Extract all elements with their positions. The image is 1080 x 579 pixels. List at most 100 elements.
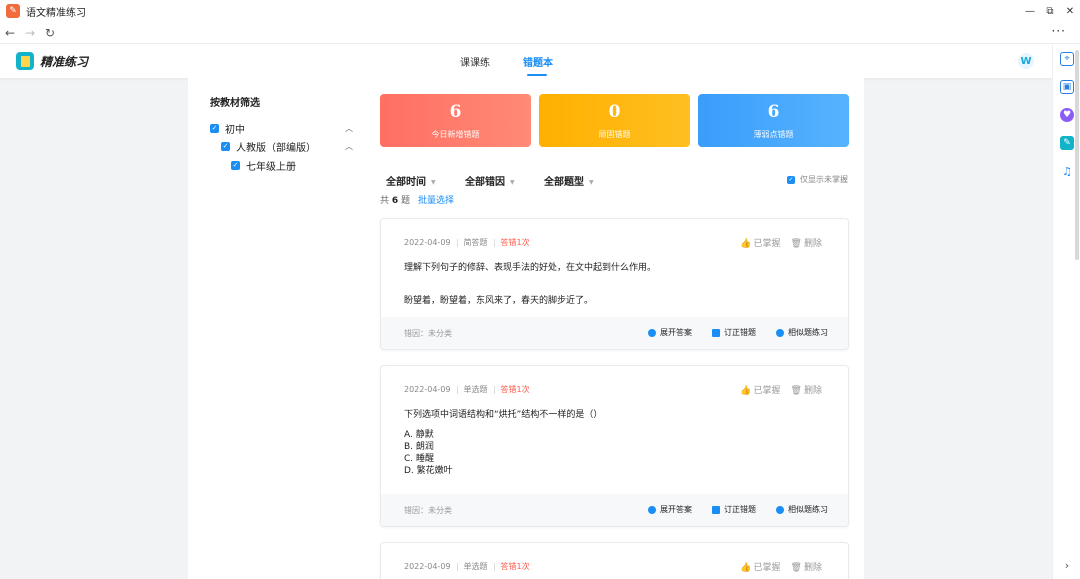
question-text: 下列选项中词语结构和“烘托”结构不一样的是（） <box>404 410 603 420</box>
type-filter-dropdown[interactable]: 全部题型 ▼ <box>544 173 594 188</box>
refresh-icon <box>776 505 784 514</box>
forward-icon[interactable]: → <box>20 23 40 43</box>
tree-item-edition[interactable]: ✓ 人教版（部编版） <box>221 139 316 154</box>
mastered-label: 已掌握 <box>753 386 781 396</box>
right-toolbar: ⌖ ▣ ♥ ✎ ♫ › <box>1052 44 1080 579</box>
similar-practice-button[interactable]: 相似题练习 <box>776 327 828 338</box>
option-d: D. 繁花嫩叶 <box>404 466 453 476</box>
tree-item-label: 七年级上册 <box>246 162 296 173</box>
browser-nav-bar: ← → ↻ ··· <box>0 22 1080 44</box>
delete-label: 删除 <box>803 386 822 396</box>
app-icon: ✎ <box>6 4 20 18</box>
chevron-up-icon[interactable]: ︿ <box>345 123 353 134</box>
tree-item-grade7-vol1[interactable]: ✓ 七年级上册 <box>231 158 296 173</box>
practice-app-icon[interactable]: ✎ <box>1060 136 1074 150</box>
thumbs-up-icon: 👍 <box>740 563 752 573</box>
stat-weak-points[interactable]: 6 薄弱点错题 <box>698 94 849 147</box>
back-icon[interactable]: ← <box>0 23 20 43</box>
card-type: 简答题 <box>463 238 488 247</box>
count-value: 6 <box>391 196 399 206</box>
textbook-filter-panel: 按教材筛选 ✓ 初中 ︿ ✓ 人教版（部编版） ︿ ✓ 七年级上册 <box>188 78 366 579</box>
expand-label: 展开答案 <box>660 505 692 514</box>
chevron-up-icon[interactable]: ︿ <box>345 141 353 152</box>
edit-icon <box>712 328 720 337</box>
delete-button[interactable]: 🗑 删除 <box>791 236 822 249</box>
footer-actions: 展开答案 订正错题 相似题练习 <box>648 327 828 338</box>
correct-question-button[interactable]: 订正错题 <box>712 327 756 338</box>
caret-down-icon: ▼ <box>510 179 515 186</box>
tree-item-label: 人教版（部编版） <box>236 143 316 154</box>
question-card: 2022-04-09 单选题 答错1次 👍 已掌握 🗑 删除 下列选项中词语结构和“… <box>380 365 849 527</box>
tab-practice[interactable]: 课课练 <box>460 54 490 69</box>
checkbox-checked-icon[interactable]: ✓ <box>221 142 230 151</box>
expand-answer-button[interactable]: 展开答案 <box>648 327 692 338</box>
question-text: 理解下列句子的修辞、表现手法的好处，在文中起到什么作用。 <box>404 263 657 273</box>
main-content: 6 今日新增错题 0 顽固错题 6 薄弱点错题 全部时间 ▼ 全部错因 ▼ 全部题型… <box>366 78 864 579</box>
card-date: 2022-04-09 <box>404 562 451 571</box>
close-button[interactable]: ✕ <box>1060 0 1080 22</box>
question-card: 2022-04-09 简答题 答错1次 👍 已掌握 🗑 删除 理解下列句子的修辞、表… <box>380 218 849 350</box>
count-prefix: 共 <box>380 196 390 206</box>
mark-mastered-button[interactable]: 👍 已掌握 <box>740 560 780 573</box>
scan-icon[interactable]: ⌖ <box>1060 52 1074 66</box>
dropdown-label: 全部题型 <box>544 177 584 188</box>
minimize-button[interactable]: — <box>1020 0 1040 22</box>
toggle-label: 仅显示未掌握 <box>800 175 848 184</box>
reload-icon[interactable]: ↻ <box>40 23 60 43</box>
time-filter-dropdown[interactable]: 全部时间 ▼ <box>386 173 436 188</box>
more-menu-icon[interactable]: ··· <box>1052 24 1066 38</box>
restore-button[interactable]: ⧉ <box>1040 0 1060 22</box>
trash-icon: 🗑 <box>790 239 802 249</box>
question-card: 2022-04-09 单选题 答错1次 👍 已掌握 🗑 删除 <box>380 542 849 579</box>
title-bar: ✎ 语文精准练习 — ⧉ ✕ <box>0 0 1080 22</box>
tab-wrong-book[interactable]: 错题本 <box>523 54 553 69</box>
brand-name: 精准练习 <box>40 55 89 69</box>
tree-item-junior-high[interactable]: ✓ 初中 <box>210 121 245 136</box>
active-tab-indicator <box>527 74 547 76</box>
caret-down-icon: ▼ <box>589 179 594 186</box>
wrong-count: 答错1次 <box>500 238 530 247</box>
similar-label: 相似题练习 <box>788 328 828 337</box>
stat-today-new[interactable]: 6 今日新增错题 <box>380 94 531 147</box>
only-unmastered-toggle[interactable]: ✓ 仅显示未掌握 <box>787 174 848 185</box>
tree-item-label: 初中 <box>225 125 245 136</box>
checkbox-checked-icon[interactable]: ✓ <box>787 175 795 184</box>
stat-label: 薄弱点错题 <box>753 130 794 139</box>
user-avatar[interactable]: W <box>1018 53 1034 69</box>
assistant-icon[interactable]: ♥ <box>1060 108 1074 122</box>
mark-mastered-button[interactable]: 👍 已掌握 <box>740 236 780 249</box>
mark-mastered-button[interactable]: 👍 已掌握 <box>740 383 780 396</box>
card-actions: 👍 已掌握 🗑 删除 <box>740 236 822 249</box>
app-header: 精准练习 课课练 错题本 W <box>0 44 1052 78</box>
play-icon <box>648 328 656 337</box>
correct-label: 订正错题 <box>724 328 756 337</box>
checkbox-checked-icon[interactable]: ✓ <box>231 161 240 170</box>
checkbox-checked-icon[interactable]: ✓ <box>210 124 219 133</box>
delete-button[interactable]: 🗑 删除 <box>791 560 822 573</box>
music-icon[interactable]: ♫ <box>1060 164 1074 178</box>
delete-button[interactable]: 🗑 删除 <box>791 383 822 396</box>
screenshot-icon[interactable]: ▣ <box>1060 80 1074 94</box>
card-type: 单选题 <box>463 562 488 571</box>
card-date: 2022-04-09 <box>404 385 451 394</box>
chevron-right-icon[interactable]: › <box>1060 558 1074 572</box>
count-suffix: 题 <box>401 196 411 206</box>
card-actions: 👍 已掌握 🗑 删除 <box>740 560 822 573</box>
window-title: 语文精准练习 <box>26 7 86 19</box>
refresh-icon <box>776 328 784 337</box>
question-quote: 盼望着，盼望着，东风来了，春天的脚步近了。 <box>404 296 594 306</box>
expand-answer-button[interactable]: 展开答案 <box>648 504 692 515</box>
correct-question-button[interactable]: 订正错题 <box>712 504 756 515</box>
stat-stubborn[interactable]: 0 顽固错题 <box>539 94 690 147</box>
stat-value: 6 <box>767 102 780 122</box>
reason-filter-dropdown[interactable]: 全部错因 ▼ <box>465 173 515 188</box>
brand-logo-icon <box>16 52 34 70</box>
similar-practice-button[interactable]: 相似题练习 <box>776 504 828 515</box>
dropdown-label: 全部错因 <box>465 177 505 188</box>
correct-label: 订正错题 <box>724 505 756 514</box>
wrong-count: 答错1次 <box>500 385 530 394</box>
batch-select-link[interactable]: 批量选择 <box>418 193 454 206</box>
scrollbar[interactable] <box>1075 50 1079 260</box>
delete-label: 删除 <box>803 563 822 573</box>
thumbs-up-icon: 👍 <box>740 239 752 249</box>
